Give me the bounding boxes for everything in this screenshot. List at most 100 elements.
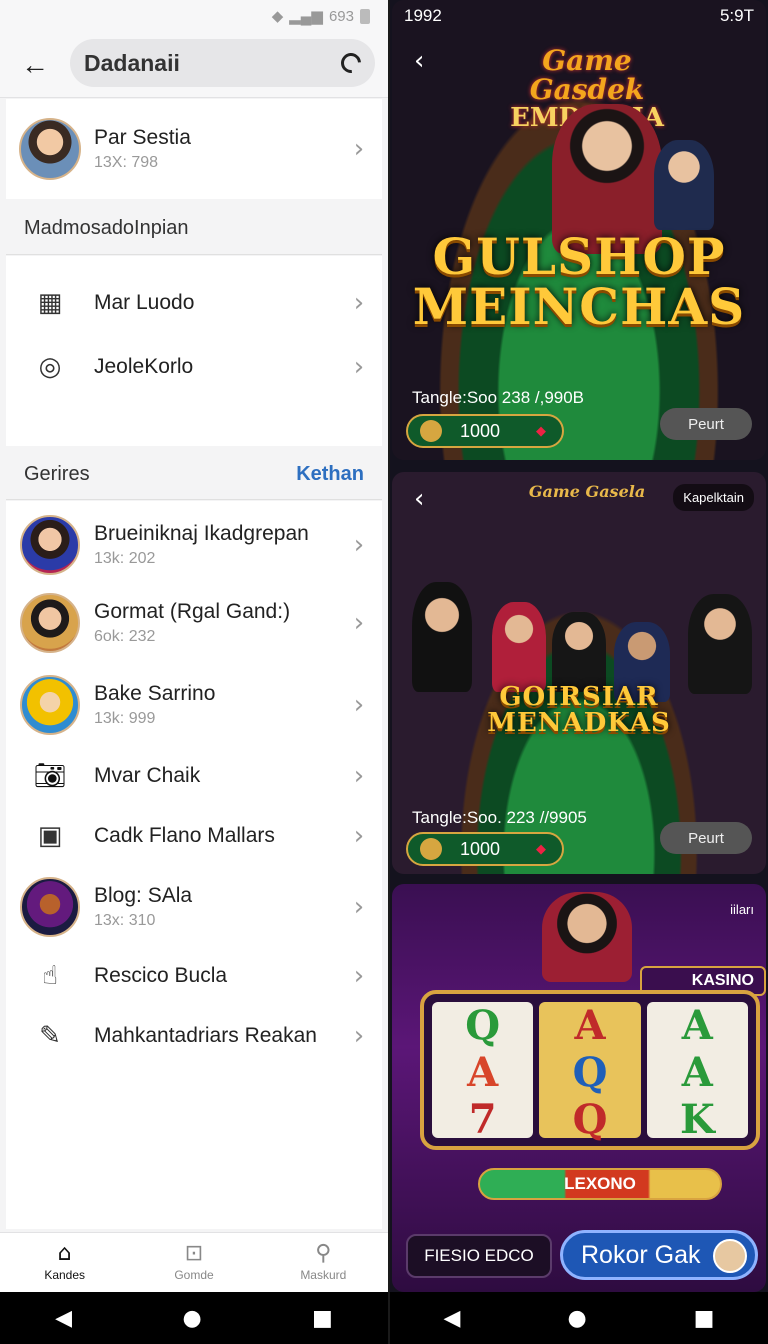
left-screen: ◆ ▂▄▆ 693 ← Dadanaii Par Sestia 13X: 798…	[0, 0, 388, 1344]
corner-label: iiları	[730, 902, 754, 917]
section-link[interactable]: Kethan	[296, 463, 364, 486]
secondary-button[interactable]: FIESIO EDCO	[406, 1234, 552, 1278]
avatar	[713, 1239, 747, 1273]
tab-games[interactable]: ⊡ Gomde	[129, 1233, 258, 1292]
list-item-label: Mar Luodo	[94, 291, 195, 314]
back-arrow-icon[interactable]: ←	[0, 50, 70, 79]
game-banner[interactable]: iiları KASINO Q A 7 A Q Q A A K LEXONO F…	[392, 884, 766, 1292]
tab-home[interactable]: ⌂ Kandes	[0, 1233, 129, 1292]
title-line: MEINCHAS	[412, 277, 746, 336]
list-item[interactable]: ▦ Mar Luodo ›	[6, 272, 382, 334]
chevron-left-icon[interactable]: ‹	[414, 484, 424, 514]
chevron-right-icon: ›	[353, 761, 365, 791]
banner-title: GULSHOP MEINCHAS	[392, 232, 766, 332]
status-bar: 1992 5:9T	[390, 0, 768, 32]
signal-icon: ▂▄▆	[289, 8, 323, 25]
search-input[interactable]: Dadanaii	[70, 39, 375, 87]
list-item-sub: 6ok: 232	[94, 628, 156, 645]
reel-symbol: A	[681, 1002, 713, 1049]
gem-icon: ◆	[536, 423, 546, 438]
chevron-right-icon: ›	[353, 690, 365, 720]
list-item[interactable]: ▣ Cadk Flano Mallars ›	[6, 808, 382, 864]
dealer-figure	[542, 892, 632, 982]
list-item[interactable]: 📷︎ Mvar Chaik ›	[6, 748, 382, 804]
loading-icon	[336, 48, 366, 78]
player-figure	[412, 582, 472, 692]
slot-reel: Q A 7	[432, 1002, 534, 1143]
nav-back-icon[interactable]: ◀	[444, 1306, 461, 1331]
coin-balance: 1000 ◆	[406, 414, 564, 448]
coin-icon	[420, 420, 442, 442]
system-nav-bar: ◀ ● ■	[0, 1292, 388, 1344]
status-text: 693	[328, 7, 354, 25]
nav-home-icon[interactable]: ●	[182, 1306, 201, 1331]
list-item[interactable]: Blog: SAla 13x: 310 ›	[6, 870, 382, 944]
coin-value: 1000	[460, 420, 501, 441]
system-nav-bar: ◀ ● ■	[390, 1292, 768, 1344]
chevron-right-icon: ›	[353, 1021, 365, 1051]
player-figure	[552, 612, 606, 692]
tab-search[interactable]: ⚲ Maskurd	[259, 1233, 388, 1292]
play-button[interactable]: Peurt	[660, 822, 752, 854]
primary-button[interactable]: Rokor Gak	[560, 1230, 758, 1280]
title-line: GOIRSIAR	[499, 682, 659, 712]
slot-reel: A A K	[646, 1002, 748, 1143]
list-item[interactable]: ✎ Mahkantadriars Reakan ›	[6, 1008, 382, 1064]
nav-home-icon[interactable]: ●	[567, 1306, 586, 1331]
chevron-right-icon: ›	[353, 530, 365, 560]
list-item-label: Bake Sarrino	[94, 682, 216, 705]
nav-recents-icon[interactable]: ■	[694, 1306, 715, 1331]
search-icon: ⚲	[315, 1241, 332, 1266]
status-time: 5:9T	[719, 6, 754, 25]
list-item-label: Cadk Flano Mallars	[94, 824, 275, 847]
avatar	[20, 877, 80, 937]
badge: Kapelktain	[673, 484, 754, 511]
list-item-sub: 13k: 202	[94, 550, 156, 567]
search-value[interactable]: Dadanaii	[84, 50, 341, 77]
list-item-label: Brueiniknaj Ikadgrepan	[94, 522, 309, 545]
list-item-label: Blog: SAla	[94, 884, 193, 907]
coin-balance: 1000 ◆	[406, 832, 564, 866]
home-icon: ⌂	[57, 1241, 72, 1266]
nav-recents-icon[interactable]: ■	[312, 1306, 333, 1331]
list-item[interactable]: ◎ JeoleKorlo ›	[6, 336, 382, 398]
bottom-tab-bar: ⌂ Kandes ⊡ Gomde ⚲ Maskurd	[0, 1232, 388, 1292]
list-item-label: Mvar Chaik	[94, 764, 201, 787]
reel-symbol: A	[467, 1049, 499, 1096]
reel-symbol: 7	[468, 1096, 497, 1143]
logo-line: Game Gasdek	[529, 44, 645, 107]
edit-icon: ✎	[39, 1021, 61, 1051]
reel-symbol: Q	[465, 1002, 501, 1049]
banner-info: Tangle:Soo. 223 //9905	[412, 808, 587, 827]
list-item[interactable]: Gormat (Rgal Gand:) 6ok: 232 ›	[6, 586, 382, 660]
chevron-right-icon: ›	[353, 821, 365, 851]
game-banner[interactable]: ‹ Game Gasela Kapelktain GOIRSIAR MENADK…	[392, 472, 766, 874]
profile-sub: 13X: 798	[94, 154, 159, 171]
chevron-left-icon[interactable]: ‹	[414, 46, 424, 76]
right-screen: 1992 5:9T ‹ Game Gasdek EMDMRIA GULSHOP …	[390, 0, 768, 1344]
section-header: MadmosadoInpian	[6, 203, 382, 255]
section-header: Gerires Kethan	[6, 450, 382, 500]
target-icon: ◎	[38, 352, 62, 382]
list-item[interactable]: Brueiniknaj Ikadgrepan 13k: 202 ›	[6, 508, 382, 582]
reel-symbol: Q	[572, 1049, 608, 1096]
banner-info: Tangle:Soo 238 /,990B	[412, 388, 585, 407]
nav-back-icon[interactable]: ◀	[55, 1306, 72, 1331]
gamepad-icon: ⊡	[184, 1241, 204, 1266]
tab-label: Maskurd	[300, 1268, 347, 1282]
primary-button-label: Rokor Gak	[581, 1240, 701, 1269]
game-banner[interactable]: ‹ Game Gasdek EMDMRIA GULSHOP MEINCHAS T…	[392, 0, 766, 460]
list-item[interactable]: ☝ Rescico Bucla ›	[6, 948, 382, 1004]
header: ← Dadanaii	[0, 32, 388, 98]
list-item[interactable]: Bake Sarrino 13k: 999 ›	[6, 668, 382, 742]
profile-row[interactable]: Par Sestia 13X: 798 ›	[6, 99, 382, 199]
list-item-sub: 13x: 310	[94, 912, 156, 929]
profile-name: Par Sestia	[94, 126, 191, 149]
play-button[interactable]: Peurt	[660, 408, 752, 440]
avatar	[19, 118, 81, 180]
slot-reel: A Q Q	[539, 1002, 641, 1143]
progress-bar: LEXONO	[478, 1168, 722, 1200]
photo-frame-icon: ▣	[37, 821, 63, 851]
list-item-sub: 13k: 999	[94, 710, 156, 727]
reel-symbol: A	[681, 1049, 713, 1096]
